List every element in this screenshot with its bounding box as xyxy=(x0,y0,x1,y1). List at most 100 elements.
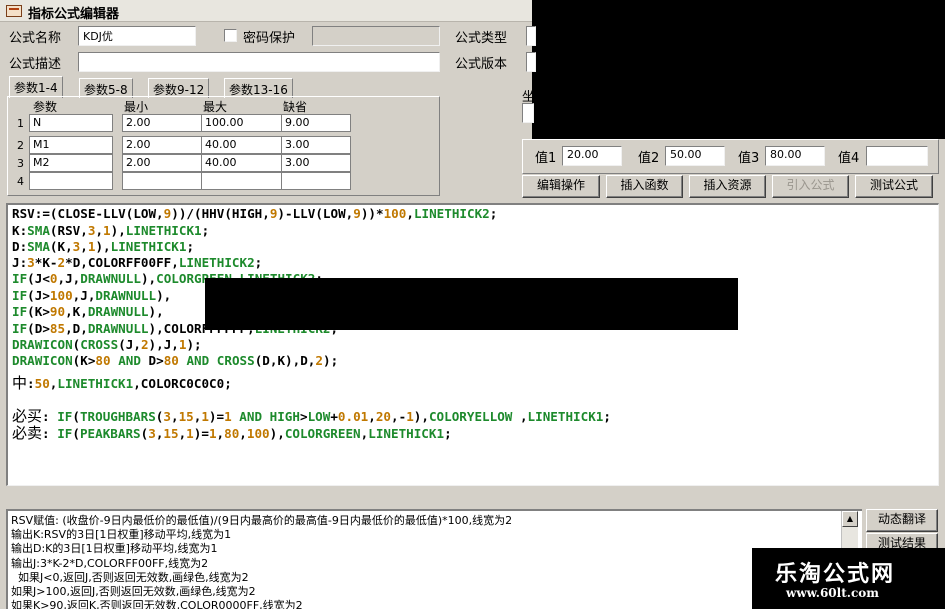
code-token: 2 xyxy=(140,337,149,352)
code-token: DRAWNULL xyxy=(87,321,149,336)
value3-input[interactable]: 80.00 xyxy=(765,146,825,166)
code-token: CROSS xyxy=(80,337,119,352)
code-token: ),J, xyxy=(148,337,179,352)
formula-name-label: 公式名称 xyxy=(9,31,62,46)
code-token: (D,K),D, xyxy=(254,353,316,368)
tab-params-9-12[interactable]: 参数9-12 xyxy=(148,78,210,98)
code-token: ; xyxy=(201,223,210,238)
code-token: IF xyxy=(12,321,28,336)
code-token: ,COLORC0C0C0; xyxy=(133,376,232,391)
param-name-cell[interactable] xyxy=(29,172,113,190)
formula-type-select[interactable] xyxy=(526,26,536,46)
code-token: 3 xyxy=(148,426,156,441)
code-token: IF xyxy=(12,288,28,303)
code-line: 必卖: IF(PEAKBARS(3,15,1)=1,80,100),COLORG… xyxy=(12,422,452,443)
password-checkbox[interactable] xyxy=(224,29,237,42)
code-token: 3 xyxy=(27,255,35,270)
formula-version-label: 公式版本 xyxy=(455,57,508,72)
param-max-cell[interactable] xyxy=(201,172,285,190)
code-token: DRAWICON xyxy=(12,353,73,368)
param-header-max: 最大 xyxy=(203,100,228,114)
code-token: ))* xyxy=(360,206,384,221)
param-default-cell[interactable]: 3.00 xyxy=(281,154,351,172)
tab-params-1-4[interactable]: 参数1-4 xyxy=(9,76,63,98)
code-token: 1 xyxy=(208,426,217,441)
param-name-cell[interactable]: M1 xyxy=(29,136,113,154)
formula-desc-input[interactable] xyxy=(78,52,440,72)
param-row-num: 4 xyxy=(17,175,24,188)
param-default-cell[interactable]: 3.00 xyxy=(281,136,351,154)
insert-resource-button[interactable]: 插入资源 xyxy=(689,175,766,198)
code-token: AND xyxy=(186,353,210,368)
code-token: SMA xyxy=(27,239,50,254)
code-token: CROSS xyxy=(216,353,255,368)
redaction-box xyxy=(205,278,738,330)
formula-version-input[interactable] xyxy=(526,52,536,72)
param-max-cell[interactable]: 100.00 xyxy=(201,114,285,132)
param-max-cell[interactable]: 40.00 xyxy=(201,154,285,172)
param-row-num: 2 xyxy=(17,139,24,152)
code-token: IF xyxy=(12,271,28,286)
tab-params-13-16[interactable]: 参数13-16 xyxy=(224,78,293,98)
code-token: ), xyxy=(156,288,172,303)
insert-function-button[interactable]: 插入函数 xyxy=(606,175,683,198)
code-token: DRAWICON xyxy=(12,337,73,352)
value4-input[interactable] xyxy=(866,146,928,166)
coord-input[interactable] xyxy=(522,103,534,123)
code-line: K:SMA(RSV,3,1),LINETHICK1; xyxy=(12,223,209,238)
code-token: LINETHICK1 xyxy=(527,409,604,424)
param-min-cell[interactable]: 2.00 xyxy=(122,154,206,172)
code-token: ; xyxy=(254,255,263,270)
formula-editor[interactable]: RSV:=(CLOSE-LLV(LOW,9))/(HHV(HIGH,9)-LLV… xyxy=(6,203,939,486)
code-token: ,K, xyxy=(65,304,88,319)
code-token: ,J, xyxy=(72,288,96,303)
code-token: 100 xyxy=(383,206,407,221)
test-formula-button[interactable]: 测试公式 xyxy=(855,175,933,198)
code-token: 80 xyxy=(163,353,179,368)
code-token: 2 xyxy=(57,255,66,270)
code-token: , xyxy=(80,239,88,254)
param-min-cell[interactable] xyxy=(122,172,206,190)
code-token: ; xyxy=(603,409,611,424)
watermark-url: www.60lt.com xyxy=(786,586,879,600)
code-token: )= xyxy=(193,426,209,441)
param-max-cell[interactable]: 40.00 xyxy=(201,136,285,154)
edit-operation-button[interactable]: 编辑操作 xyxy=(522,175,600,198)
param-name-cell[interactable]: N xyxy=(29,114,113,132)
obscured-region xyxy=(532,0,945,139)
code-token: LINETHICK1 xyxy=(110,239,187,254)
tab-params-5-8[interactable]: 参数5-8 xyxy=(79,78,133,98)
code-token: J: xyxy=(12,255,28,270)
code-token: (K, xyxy=(49,239,73,254)
code-token: , xyxy=(95,223,104,238)
code-token: : xyxy=(42,426,58,441)
code-token: 1 xyxy=(103,223,111,238)
param-name-cell[interactable]: M2 xyxy=(29,154,113,172)
code-token: *K- xyxy=(34,255,58,270)
code-token: LINETHICK1 xyxy=(57,376,134,391)
code-token: RSV:=(CLOSE-LLV(LOW, xyxy=(12,206,164,221)
dynamic-translate-button[interactable]: 动态翻译 xyxy=(866,509,938,532)
param-header-name: 参数 xyxy=(33,100,58,114)
import-formula-button[interactable]: 引入公式 xyxy=(772,175,849,198)
value1-input[interactable]: 20.00 xyxy=(562,146,622,166)
code-token: (J, xyxy=(118,337,141,352)
code-token: COLORGREEN xyxy=(284,426,361,441)
code-token: DRAWNULL xyxy=(87,304,149,319)
code-token: 50 xyxy=(34,376,50,391)
formula-name-input[interactable]: KDJ优 xyxy=(78,26,196,46)
code-line: 中:50,LINETHICK1,COLORC0C0C0; xyxy=(12,372,232,393)
param-default-cell[interactable] xyxy=(281,172,351,190)
code-line: IF(J>100,J,DRAWNULL), xyxy=(12,288,171,303)
code-token: , xyxy=(216,426,225,441)
scroll-up-icon[interactable]: ▲ xyxy=(842,511,858,527)
password-input[interactable] xyxy=(312,26,440,46)
password-label: 密码保护 xyxy=(243,31,296,46)
param-min-cell[interactable]: 2.00 xyxy=(122,114,206,132)
code-token: (RSV, xyxy=(49,223,88,238)
param-min-cell[interactable]: 2.00 xyxy=(122,136,206,154)
code-token: , xyxy=(512,409,528,424)
value2-input[interactable]: 50.00 xyxy=(665,146,725,166)
param-default-cell[interactable]: 9.00 xyxy=(281,114,351,132)
